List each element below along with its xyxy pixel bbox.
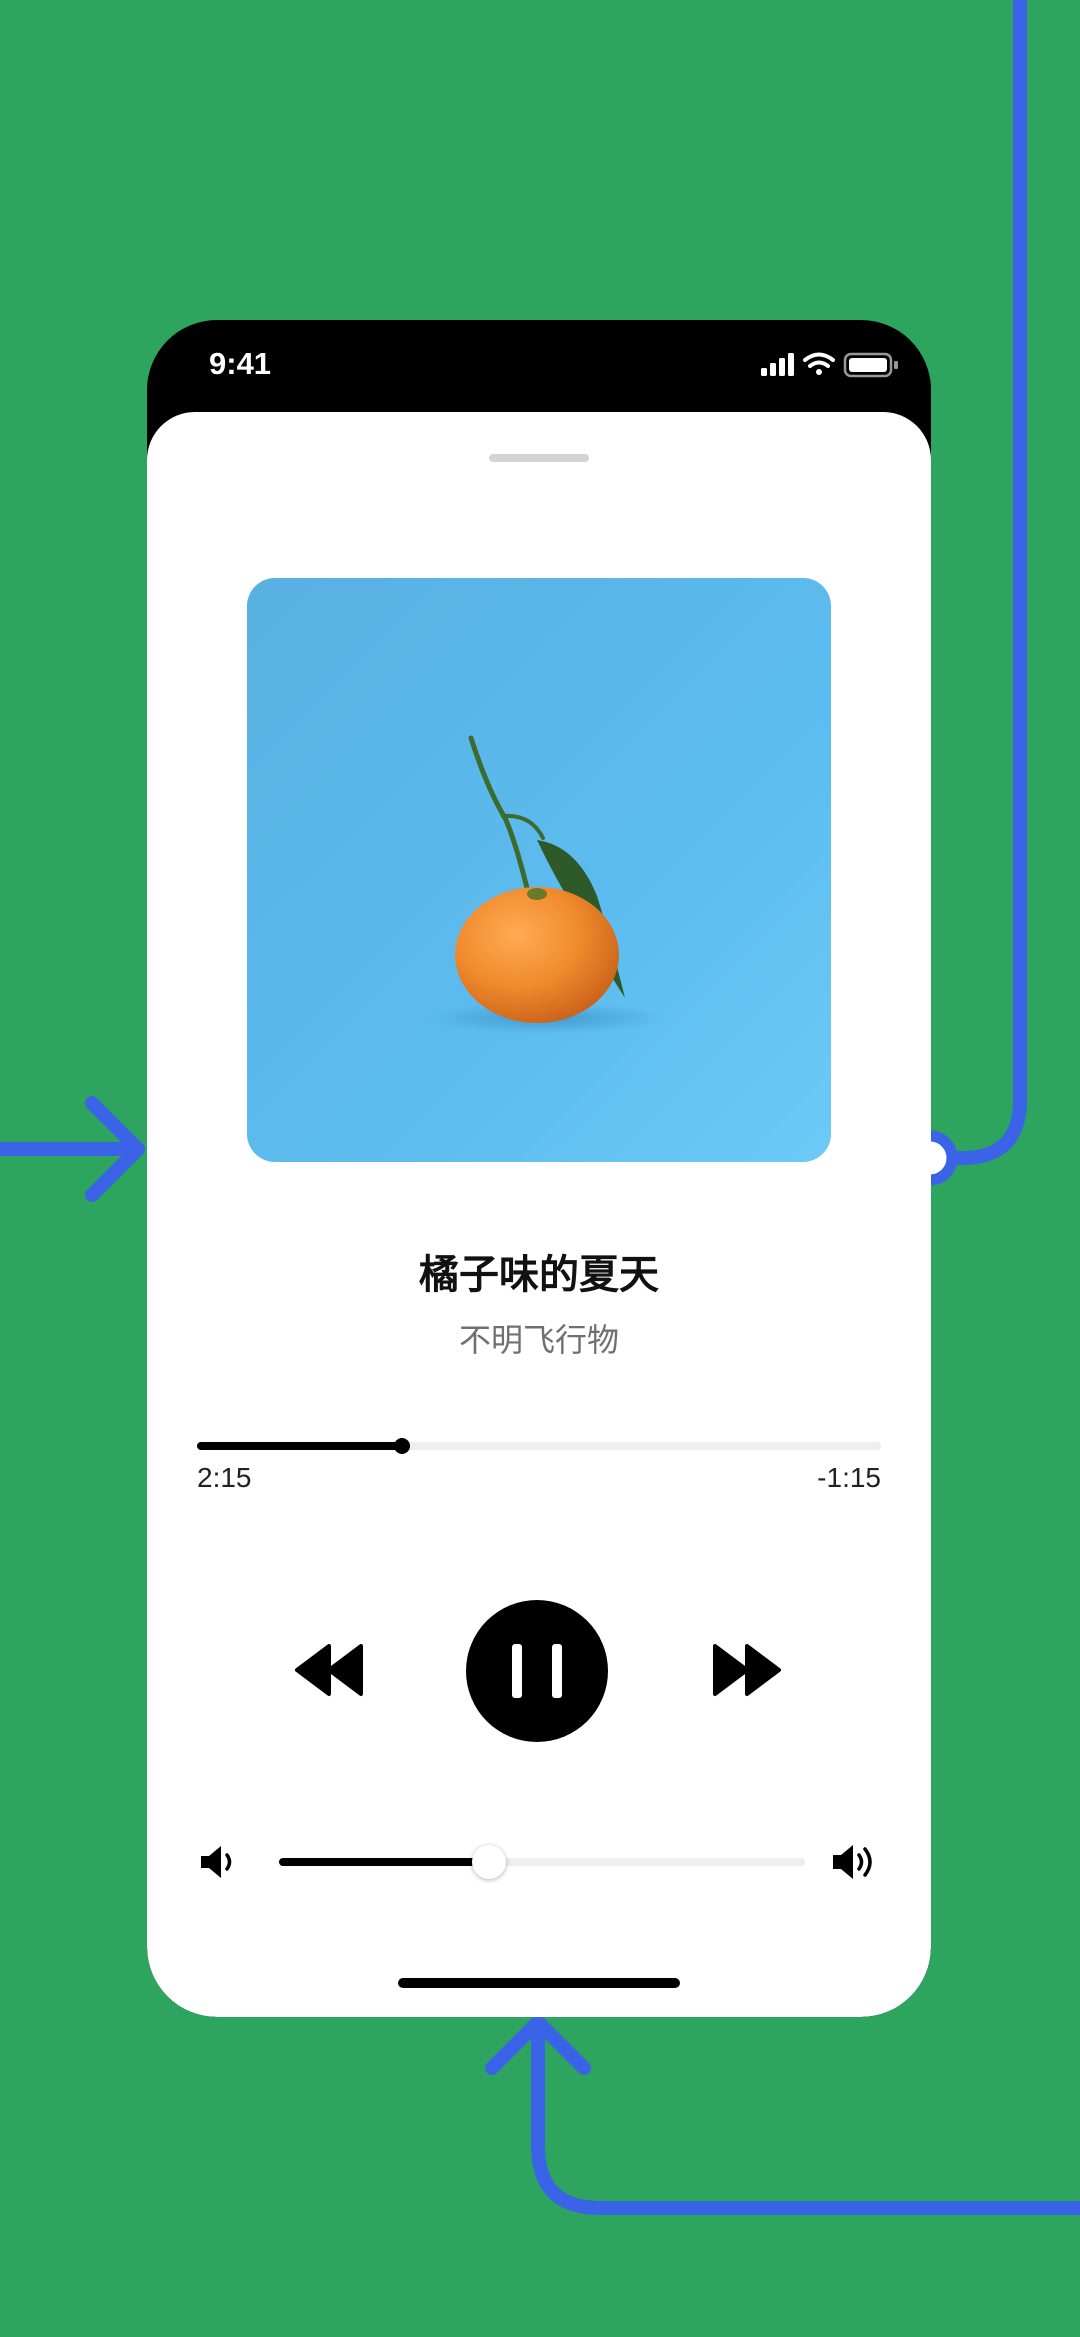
remaining-time: -1:15: [817, 1462, 881, 1493]
connector-line-bottom: [531, 2030, 1080, 2215]
play-pause-button[interactable]: [466, 1600, 608, 1742]
phone-frame: 9:41 橘子味的夏天 不明飞行物 2:15 -1:15: [147, 320, 931, 2017]
volume-knob[interactable]: [472, 1845, 507, 1879]
volume-high-icon: [833, 1845, 872, 1879]
cellular-signal-icon: [761, 353, 794, 376]
elapsed-time: 2:15: [197, 1462, 252, 1493]
playback-progress-slider[interactable]: [197, 1433, 881, 1459]
fast-forward-button[interactable]: [711, 1640, 781, 1700]
wifi-icon: [803, 352, 835, 375]
connector-line-right: [930, 0, 1027, 1165]
album-artwork: [247, 578, 831, 1162]
sheet-grabber[interactable]: [489, 454, 589, 462]
artist-name[interactable]: 不明飞行物: [147, 1315, 931, 1361]
battery-icon: [843, 352, 898, 378]
progress-fill: [197, 1442, 403, 1450]
volume-low-icon: [201, 1846, 232, 1878]
now-playing-sheet: 橘子味的夏天 不明飞行物 2:15 -1:15: [147, 412, 931, 2017]
progress-track: [197, 1442, 881, 1450]
fast-forward-icon: [713, 1644, 781, 1696]
rewind-icon: [295, 1644, 363, 1696]
volume-fill: [279, 1858, 490, 1866]
status-icons: [761, 352, 898, 378]
volume-slider[interactable]: [279, 1845, 805, 1879]
rewind-button[interactable]: [295, 1640, 365, 1700]
home-indicator[interactable]: [398, 1978, 680, 1988]
status-bar: 9:41: [147, 320, 931, 412]
progress-knob[interactable]: [394, 1438, 411, 1454]
volume-track: [279, 1858, 805, 1866]
song-title: 橘子味的夏天: [419, 1252, 659, 1298]
status-time: 9:41: [209, 346, 272, 381]
album-art-image: [247, 578, 831, 1162]
